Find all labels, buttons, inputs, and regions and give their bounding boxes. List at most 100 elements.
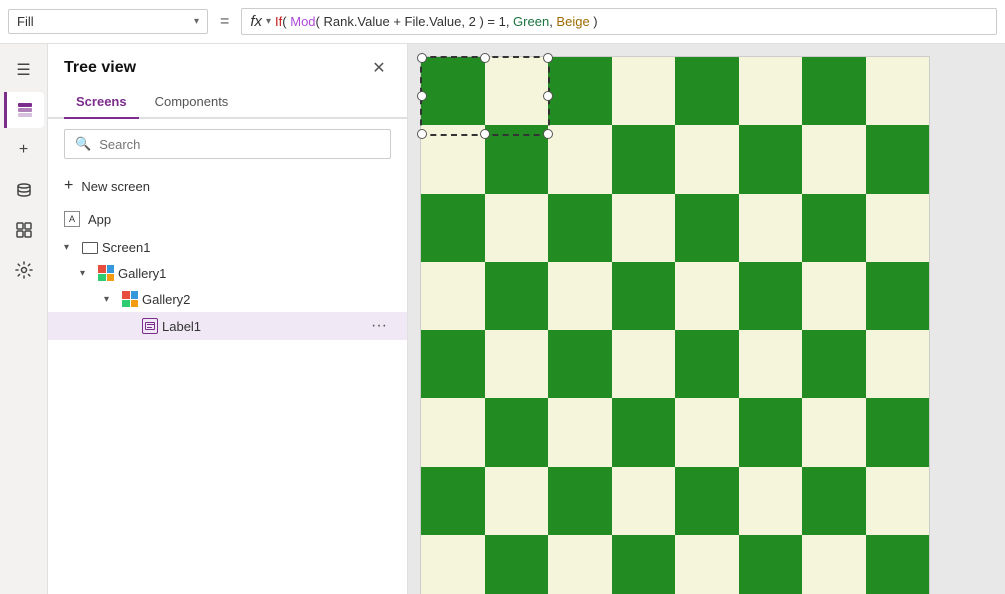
component-icon bbox=[15, 221, 33, 239]
checkerboard-cell bbox=[421, 330, 485, 398]
settings-button[interactable] bbox=[4, 252, 44, 288]
new-screen-button[interactable]: + New screen bbox=[48, 169, 407, 203]
top-bar: Fill ▾ = fx ▾ If( Mod( Rank.Value + File… bbox=[0, 0, 1005, 44]
layers-button[interactable] bbox=[4, 92, 44, 128]
checkerboard-cell bbox=[739, 398, 803, 466]
chevron-down-icon: ▾ bbox=[64, 242, 78, 253]
checkerboard-cell bbox=[612, 398, 676, 466]
checkerboard-cell bbox=[802, 535, 866, 594]
checkerboard-cell bbox=[866, 330, 930, 398]
checkerboard-cell bbox=[802, 467, 866, 535]
tree-node-gallery1[interactable]: ▾ Gallery1 bbox=[48, 260, 407, 286]
checkerboard-cell bbox=[548, 262, 612, 330]
formula-text: If( Mod( Rank.Value + File.Value, 2 ) = … bbox=[275, 14, 598, 29]
gallery2-icon bbox=[122, 291, 138, 307]
checkerboard-cell bbox=[421, 262, 485, 330]
checkerboard-cell bbox=[675, 194, 739, 262]
tree-header: Tree view ✕ bbox=[48, 44, 407, 88]
checkerboard-cell bbox=[866, 398, 930, 466]
checkerboard-cell bbox=[421, 467, 485, 535]
checkerboard-cell bbox=[485, 467, 549, 535]
checkerboard-cell bbox=[675, 467, 739, 535]
icon-bar: ☰ + bbox=[0, 44, 48, 594]
checkerboard-cell bbox=[612, 194, 676, 262]
layers-icon bbox=[16, 101, 34, 119]
data-button[interactable] bbox=[4, 172, 44, 208]
checkerboard-cell bbox=[548, 330, 612, 398]
search-box[interactable]: 🔍 bbox=[64, 129, 391, 159]
checkerboard-cell bbox=[612, 57, 676, 125]
main-area: ☰ + bbox=[0, 44, 1005, 594]
checkerboard-cell bbox=[612, 330, 676, 398]
tab-screens[interactable]: Screens bbox=[64, 88, 139, 119]
fill-dropdown-label: Fill bbox=[17, 14, 186, 29]
search-input[interactable] bbox=[99, 137, 380, 152]
gallery1-label: Gallery1 bbox=[118, 266, 391, 281]
checkerboard-cell bbox=[802, 262, 866, 330]
database-icon bbox=[15, 181, 33, 199]
tab-components[interactable]: Components bbox=[143, 88, 241, 119]
tree-panel: Tree view ✕ Screens Components 🔍 + New s… bbox=[48, 44, 408, 594]
checkerboard-cell bbox=[675, 57, 739, 125]
hamburger-menu-button[interactable]: ☰ bbox=[4, 52, 44, 88]
checkerboard-cell bbox=[739, 125, 803, 193]
checkerboard-cell bbox=[675, 535, 739, 594]
checkerboard-cell bbox=[548, 535, 612, 594]
checkerboard-cell bbox=[548, 194, 612, 262]
checkerboard-cell bbox=[739, 535, 803, 594]
canvas-area bbox=[408, 44, 1005, 594]
fx-icon: fx bbox=[250, 13, 262, 30]
checkerboard-cell bbox=[421, 125, 485, 193]
fill-dropdown[interactable]: Fill ▾ bbox=[8, 9, 208, 34]
formula-bar[interactable]: fx ▾ If( Mod( Rank.Value + File.Value, 2… bbox=[241, 8, 997, 35]
gallery2-label: Gallery2 bbox=[142, 292, 391, 307]
checkerboard-cell bbox=[675, 330, 739, 398]
checkerboard-cell bbox=[421, 57, 485, 125]
checkerboard-cell bbox=[485, 262, 549, 330]
label1-label: Label1 bbox=[162, 319, 363, 334]
tree-node-gallery2[interactable]: ▾ Gallery2 bbox=[48, 286, 407, 312]
gallery1-icon bbox=[98, 265, 114, 281]
checkerboard-cell bbox=[866, 535, 930, 594]
checkerboard-cell bbox=[739, 262, 803, 330]
checkerboard-cell bbox=[421, 535, 485, 594]
tree-close-button[interactable]: ✕ bbox=[367, 56, 391, 80]
app-label: App bbox=[88, 212, 111, 227]
checkerboard-cell bbox=[421, 194, 485, 262]
checkerboard-cell bbox=[485, 330, 549, 398]
checkerboard-cell bbox=[675, 398, 739, 466]
checkerboard-cell bbox=[802, 57, 866, 125]
plus-icon: + bbox=[64, 177, 73, 195]
chevron-down-icon: ▾ bbox=[104, 294, 118, 305]
tree-node-label1[interactable]: ▾ Label1 ··· bbox=[48, 312, 407, 340]
tree-title: Tree view bbox=[64, 59, 136, 77]
equals-sign: = bbox=[216, 13, 233, 31]
checkerboard-cell bbox=[866, 262, 930, 330]
checkerboard-cell bbox=[612, 125, 676, 193]
tree-items: ▾ Screen1 ▾ Gallery1 ▾ Gallery2 bbox=[48, 235, 407, 594]
label1-more-button[interactable]: ··· bbox=[367, 317, 391, 335]
tree-node-screen1[interactable]: ▾ Screen1 bbox=[48, 235, 407, 260]
checkerboard-cell bbox=[739, 57, 803, 125]
checkerboard-cell bbox=[675, 125, 739, 193]
fx-chevron-icon[interactable]: ▾ bbox=[266, 16, 271, 27]
checkerboard[interactable] bbox=[420, 56, 930, 594]
checkerboard-cell bbox=[485, 125, 549, 193]
checkerboard-cell bbox=[675, 262, 739, 330]
app-item[interactable]: A App bbox=[48, 203, 407, 235]
search-icon: 🔍 bbox=[75, 136, 91, 152]
tree-tabs: Screens Components bbox=[48, 88, 407, 119]
checkerboard-cell bbox=[612, 467, 676, 535]
checkerboard-cell bbox=[485, 535, 549, 594]
add-button[interactable]: + bbox=[4, 132, 44, 168]
checkerboard-cell bbox=[802, 194, 866, 262]
component-button[interactable] bbox=[4, 212, 44, 248]
checkerboard-cell bbox=[485, 57, 549, 125]
checkerboard-cell bbox=[866, 194, 930, 262]
checkerboard-cell bbox=[739, 330, 803, 398]
settings-icon bbox=[15, 261, 33, 279]
checkerboard-cell bbox=[802, 125, 866, 193]
screen1-label: Screen1 bbox=[102, 240, 391, 255]
checkerboard-cell bbox=[485, 398, 549, 466]
checkerboard-cell bbox=[612, 262, 676, 330]
